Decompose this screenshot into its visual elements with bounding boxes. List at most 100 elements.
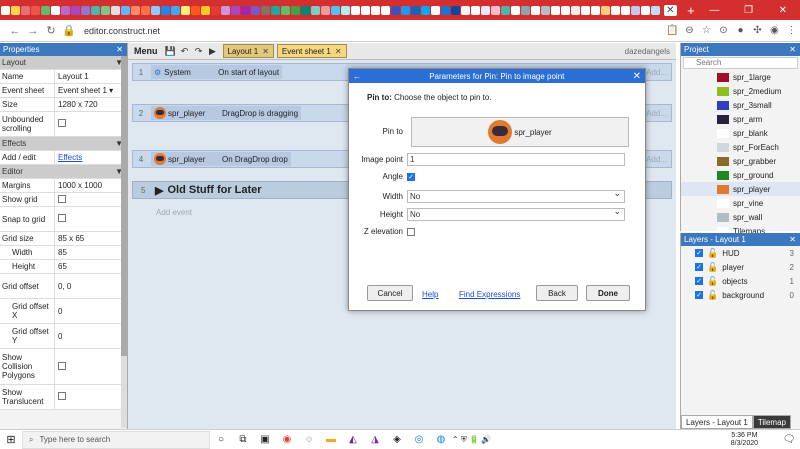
app-icon[interactable]: ◈: [386, 434, 408, 445]
project-item[interactable]: spr_arm: [681, 112, 800, 126]
add-event-link[interactable]: Add event: [156, 208, 192, 217]
close-icon[interactable]: ✕: [633, 71, 641, 82]
tab-favicon-icon[interactable]: [571, 5, 580, 15]
tab-favicon-icon[interactable]: [1, 5, 10, 15]
property-checkbox[interactable]: [58, 119, 66, 127]
scrollbar[interactable]: [121, 56, 127, 428]
star-icon[interactable]: ☆: [698, 25, 715, 36]
tab-favicon-icon[interactable]: [91, 5, 100, 15]
project-item[interactable]: spr_1large: [681, 70, 800, 84]
tab-favicon-icon[interactable]: [241, 5, 250, 15]
maximize-icon[interactable]: ❐: [732, 5, 766, 16]
app-icon[interactable]: ◭: [342, 434, 364, 445]
property-value[interactable]: Effects: [55, 153, 82, 162]
property-value[interactable]: Event sheet 1 ▾: [55, 86, 113, 95]
z-elevation-checkbox[interactable]: [407, 227, 415, 236]
event-condition[interactable]: spr_player DragDrop is dragging: [151, 106, 302, 120]
tab-favicon-icon[interactable]: [231, 5, 240, 15]
property-value[interactable]: [55, 361, 66, 372]
tab-favicon-icon[interactable]: [201, 5, 210, 15]
property-value[interactable]: 1000 x 1000: [55, 181, 102, 190]
property-value[interactable]: [55, 392, 66, 402]
lock-icon[interactable]: 🔓: [707, 276, 718, 287]
tab-layers[interactable]: Layers - Layout 1: [681, 415, 753, 429]
property-value[interactable]: 1280 x 720: [55, 100, 98, 109]
tab-favicon-icon[interactable]: [651, 5, 660, 15]
tab-favicon-icon[interactable]: [511, 5, 520, 15]
tab-favicon-icon[interactable]: [431, 5, 440, 15]
width-select[interactable]: No: [407, 188, 625, 203]
tab-favicon-icon[interactable]: [21, 5, 30, 15]
layer-visible-checkbox[interactable]: ✓: [695, 277, 703, 285]
tab-editor[interactable]: Event sheet 1 ✕: [276, 44, 347, 58]
tab-favicon-icon[interactable]: [131, 5, 140, 15]
tab-favicon-icon[interactable]: [441, 5, 450, 15]
property-value[interactable]: [55, 214, 66, 224]
project-search-input[interactable]: Search: [683, 57, 798, 69]
tab-favicon-icon[interactable]: [621, 5, 630, 15]
tab-favicon-icon[interactable]: [421, 5, 430, 15]
layer-item[interactable]: ✓ 🔓 HUD 3: [681, 246, 800, 260]
back-button[interactable]: Back: [536, 285, 578, 301]
undo-icon[interactable]: ↶: [178, 46, 192, 57]
lock-icon[interactable]: 🔓: [707, 248, 718, 259]
add-action-link[interactable]: Add...: [646, 109, 671, 118]
layer-item[interactable]: ✓ 🔓 player 2: [681, 260, 800, 274]
object-picker[interactable]: spr_player: [411, 117, 629, 147]
event-condition[interactable]: ⚙ System On start of layout: [151, 65, 283, 79]
property-value[interactable]: 85 x 65: [55, 234, 84, 243]
project-item[interactable]: spr_player: [681, 182, 800, 196]
tab-editor[interactable]: Layout 1 ✕: [222, 44, 274, 58]
tab-tilemap[interactable]: Tilemap: [752, 415, 791, 429]
lock-icon[interactable]: 🔓: [707, 290, 718, 301]
property-section[interactable]: Editor ▼: [0, 165, 127, 179]
angle-checkbox[interactable]: ✓: [407, 172, 415, 181]
tab-favicon-icon[interactable]: [101, 5, 110, 15]
close-icon[interactable]: ✕: [116, 45, 123, 54]
reload-icon[interactable]: ↻: [42, 24, 60, 37]
profile-icon[interactable]: ⊙: [715, 25, 732, 36]
layer-item[interactable]: ✓ 🔓 background 0: [681, 288, 800, 302]
tab-favicon-icon[interactable]: [531, 5, 540, 15]
tab-favicon-icon[interactable]: [31, 5, 40, 15]
tab-favicon-icon[interactable]: [71, 5, 80, 15]
app-icon[interactable]: ▣: [254, 434, 276, 445]
layer-visible-checkbox[interactable]: ✓: [695, 263, 703, 271]
tab-favicon-icon[interactable]: [331, 5, 340, 15]
property-checkbox[interactable]: [58, 392, 66, 400]
find-expressions-link[interactable]: Find Expressions: [459, 290, 520, 299]
property-section[interactable]: Layout ▼: [0, 56, 127, 70]
tab-favicon-icon[interactable]: [81, 5, 90, 15]
tab-favicon-icon[interactable]: [261, 5, 270, 15]
taskbar-search[interactable]: ⌕ Type here to search: [22, 430, 210, 449]
expand-icon[interactable]: ▶: [155, 184, 163, 197]
tab-favicon-icon[interactable]: [251, 5, 260, 15]
save-icon[interactable]: 💾: [164, 46, 178, 57]
url-field[interactable]: editor.construct.net: [84, 26, 664, 36]
tab-favicon-icon[interactable]: [391, 5, 400, 15]
play-icon[interactable]: ▶: [206, 46, 220, 57]
tab-favicon-icon[interactable]: [221, 5, 230, 15]
height-select[interactable]: No: [407, 206, 625, 221]
tab-favicon-icon[interactable]: [491, 5, 500, 15]
tab-favicon-icon[interactable]: [171, 5, 180, 15]
property-checkbox[interactable]: [58, 194, 66, 203]
back-icon[interactable]: ←: [6, 25, 24, 37]
property-section[interactable]: Effects ▼: [0, 137, 127, 151]
clock[interactable]: 5:36 PM 8/3/2020: [731, 432, 758, 448]
cortana-icon[interactable]: ○: [210, 434, 232, 445]
tab-favicon-icon[interactable]: [161, 5, 170, 15]
tab-favicon-icon[interactable]: [501, 5, 510, 15]
close-icon[interactable]: ✕: [262, 47, 269, 56]
property-value[interactable]: 0: [55, 332, 62, 341]
tab-favicon-icon[interactable]: [321, 5, 330, 15]
project-item[interactable]: spr_ForEach: [681, 140, 800, 154]
tray-icons[interactable]: ⌃ ⛨ 🔋 🔊: [452, 435, 491, 445]
project-item[interactable]: spr_wall: [681, 210, 800, 224]
project-item[interactable]: spr_vine: [681, 196, 800, 210]
kebab-menu-icon[interactable]: ⋮: [783, 25, 800, 36]
back-arrow-icon[interactable]: ←: [353, 72, 361, 81]
add-action-link[interactable]: Add...: [646, 155, 671, 164]
property-value[interactable]: Layout 1: [55, 72, 89, 81]
extension-icon[interactable]: ●: [732, 25, 749, 36]
